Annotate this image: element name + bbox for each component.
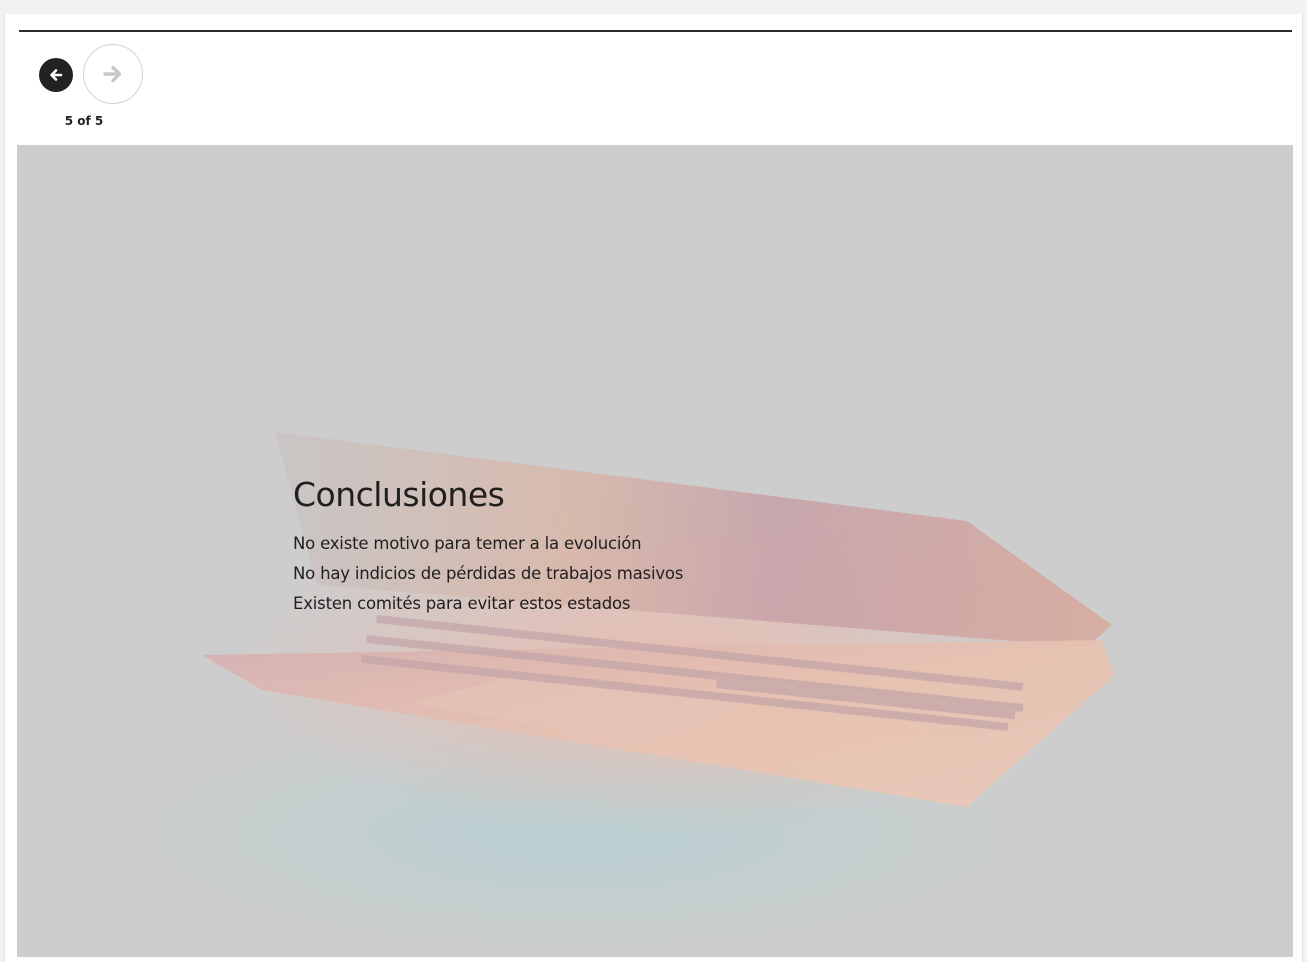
previous-slide-button[interactable] [39,58,73,92]
top-divider [19,30,1292,32]
slide-content: Conclusiones No existe motivo para temer… [17,145,1293,957]
slide-title: Conclusiones [293,475,505,514]
slide-bullet: No existe motivo para temer a la evoluci… [293,534,642,553]
slide-counter: 5 of 5 [64,114,104,128]
next-slide-button[interactable] [83,44,143,104]
slide-text-block: Conclusiones No existe motivo para temer… [293,475,683,619]
slide-bullet: No hay indicios de pérdidas de trabajos … [293,564,684,583]
arrow-right-icon [103,65,122,83]
slide-viewer: 5 of 5 Conclusiones No existe motivo par… [4,14,1303,962]
slide-bullet: Existen comités para evitar estos estado… [293,594,631,613]
arrow-left-icon [50,69,63,81]
